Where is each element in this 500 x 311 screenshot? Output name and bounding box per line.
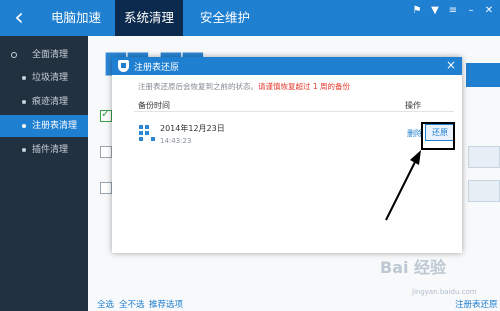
watermark: Bai 经验: [380, 258, 447, 277]
watermark-url: jingyan.baidu.com: [412, 288, 477, 296]
